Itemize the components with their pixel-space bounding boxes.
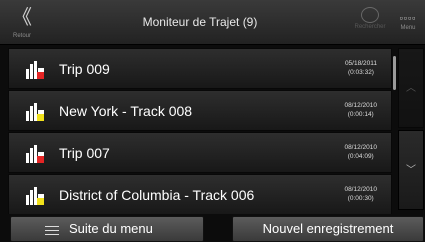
trip-duration: (0:00:14) xyxy=(347,111,374,118)
trip-date: 08/12/2010 xyxy=(344,144,377,151)
new-recording-button[interactable]: Nouvel enregistrement xyxy=(232,216,424,242)
trip-timestamp: 08/12/2010 (0:00:14) xyxy=(344,101,377,119)
trip-date: 05/18/2011 xyxy=(344,60,377,67)
trip-row[interactable]: Trip 009 05/18/2011 (0:03:32) xyxy=(8,48,392,89)
menu-button[interactable]: ▫▫▫▫ Menu xyxy=(392,0,424,44)
scroll-up-icon: ︿ xyxy=(406,83,416,94)
trip-row[interactable]: District of Columbia - Track 006 08/12/2… xyxy=(8,174,392,215)
trip-name: New York - Track 008 xyxy=(59,103,193,119)
trip-name: Trip 007 xyxy=(59,145,110,161)
footer-bar: Suite du menu Nouvel enregistrement xyxy=(0,214,425,242)
back-label: Retour xyxy=(12,33,31,39)
trip-duration: (0:04:09) xyxy=(347,153,374,160)
trip-name: District of Columbia - Track 006 xyxy=(59,187,255,203)
scroll-down-icon: ﹀ xyxy=(406,165,416,176)
trip-date: 08/12/2010 xyxy=(344,186,377,193)
scroll-down-button[interactable]: ﹀ xyxy=(398,130,424,210)
menu-label: Menu xyxy=(400,25,416,31)
scrollbar-thumb[interactable] xyxy=(393,56,396,90)
trip-log-icon xyxy=(26,103,44,121)
back-button[interactable]: 《 Retour xyxy=(4,0,40,44)
trip-row[interactable]: Trip 007 08/12/2010 (0:04:09) xyxy=(8,132,392,173)
trip-list: Trip 009 05/18/2011 (0:03:32) New York -… xyxy=(8,48,392,216)
new-recording-label: Nouvel enregistrement xyxy=(262,221,394,236)
trip-timestamp: 08/12/2010 (0:04:09) xyxy=(344,143,377,161)
menu-lines-icon xyxy=(45,226,59,235)
scroll-up-button[interactable]: ︿ xyxy=(398,48,424,128)
more-menu-button[interactable]: Suite du menu xyxy=(10,216,204,242)
menu-grid-icon: ▫▫▫▫ xyxy=(399,13,417,23)
trip-timestamp: 08/12/2010 (0:00:30) xyxy=(344,185,377,203)
trip-timestamp: 05/18/2011 (0:03:32) xyxy=(345,59,377,77)
trip-duration: (0:00:30) xyxy=(347,195,374,202)
search-icon xyxy=(361,7,379,23)
header-bar: 《 Retour Moniteur de Trajet (9) Recherch… xyxy=(0,0,425,45)
trip-date: 08/12/2010 xyxy=(344,102,377,109)
trip-row[interactable]: New York - Track 008 08/12/2010 (0:00:14… xyxy=(8,90,392,131)
page-title: Moniteur de Trajet (9) xyxy=(142,15,258,29)
trip-log-icon xyxy=(26,145,44,163)
trip-log-icon xyxy=(26,61,44,79)
more-menu-label: Suite du menu xyxy=(69,221,153,236)
back-icon: 《 xyxy=(12,7,32,29)
trip-name: Trip 009 xyxy=(59,61,110,77)
search-button[interactable]: Rechercher xyxy=(352,0,388,44)
trip-duration: (0:03:32) xyxy=(347,69,374,76)
search-label: Rechercher xyxy=(354,24,386,30)
trip-log-icon xyxy=(26,187,44,205)
